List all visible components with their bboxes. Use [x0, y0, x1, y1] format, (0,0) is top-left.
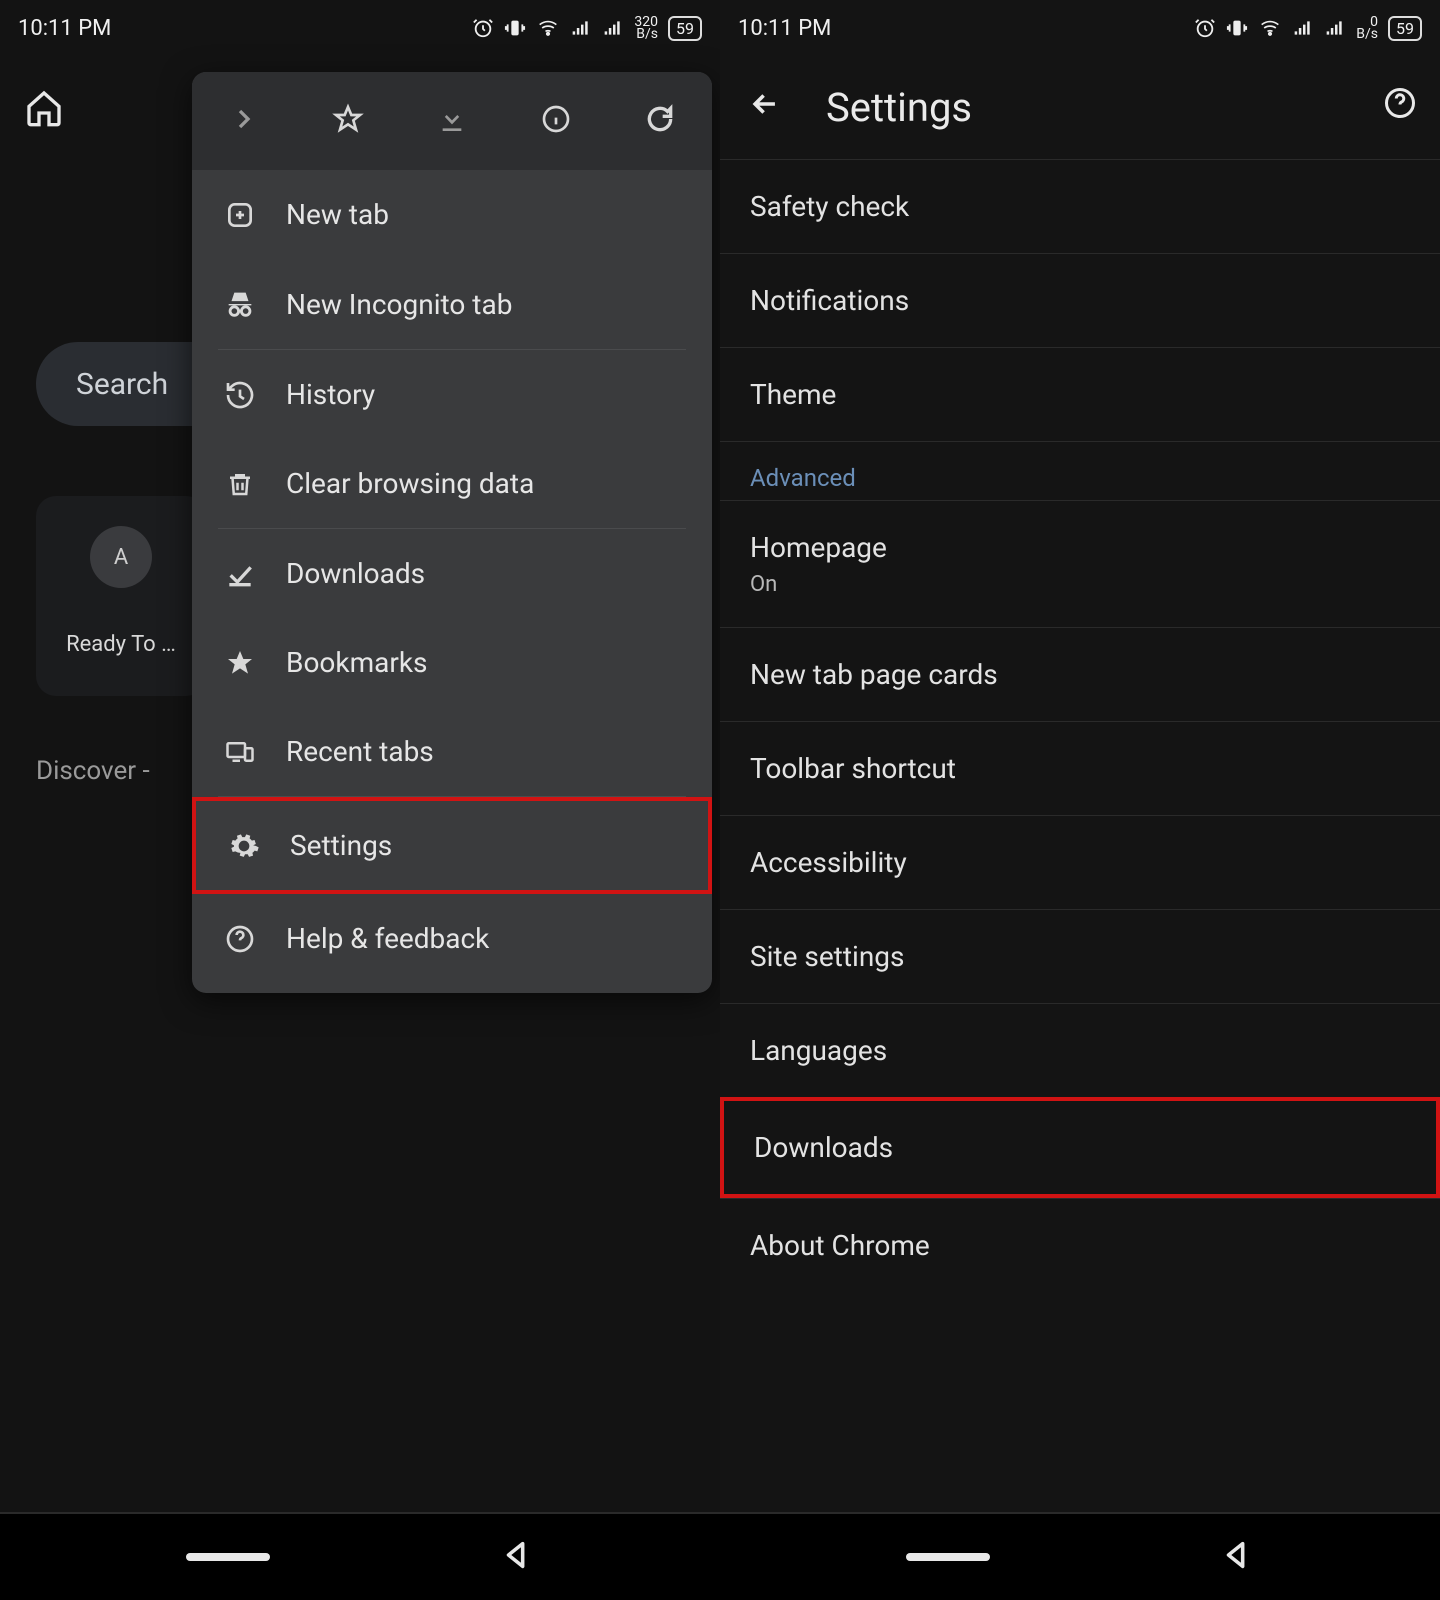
menu-label: Recent tabs [286, 735, 434, 768]
menu-toolbar [192, 72, 712, 170]
info-icon[interactable] [540, 103, 572, 139]
row-label: Toolbar shortcut [750, 752, 956, 785]
row-label: Homepage [750, 531, 1410, 564]
row-label: Theme [750, 378, 836, 411]
menu-item-incognito[interactable]: New Incognito tab [192, 259, 712, 349]
menu-item-downloads[interactable]: Downloads [192, 529, 712, 618]
settings-row-safety-check[interactable]: Safety check [720, 159, 1440, 253]
data-rate: 320B/s [634, 16, 658, 40]
row-label: Notifications [750, 284, 909, 317]
row-label: Accessibility [750, 846, 907, 879]
menu-item-clear-data[interactable]: Clear browsing data [192, 439, 712, 528]
settings-row-site-settings[interactable]: Site settings [720, 909, 1440, 1003]
menu-item-settings[interactable]: Settings [192, 797, 712, 894]
shortcut-card[interactable]: A Ready To … [36, 496, 206, 696]
vibrate-icon [504, 17, 526, 39]
menu-item-new-tab[interactable]: New tab [192, 170, 712, 259]
alarm-icon [472, 17, 494, 39]
gear-icon [226, 830, 262, 862]
star-icon [222, 647, 258, 679]
download-check-icon [222, 558, 258, 590]
wifi-icon [536, 18, 560, 38]
settings-row-accessibility[interactable]: Accessibility [720, 815, 1440, 909]
shortcut-label: Ready To … [66, 632, 176, 657]
phone-left: 10:11 PM 320B/s 59 Search [0, 0, 720, 1512]
section-advanced: Advanced [720, 441, 1440, 500]
status-bar-right: 10:11 PM 0B/s 59 [720, 0, 1440, 56]
help-icon [222, 923, 258, 955]
avatar: A [90, 526, 152, 588]
row-sub: On [750, 572, 1410, 597]
refresh-icon[interactable] [644, 103, 676, 139]
incognito-icon [222, 287, 258, 321]
trash-icon [222, 468, 258, 500]
settings-row-notifications[interactable]: Notifications [720, 253, 1440, 347]
settings-header: Settings [720, 56, 1440, 159]
status-time: 10:11 PM [738, 16, 831, 41]
settings-row-languages[interactable]: Languages [720, 1003, 1440, 1097]
menu-item-recent-tabs[interactable]: Recent tabs [192, 707, 712, 796]
star-outline-icon[interactable] [332, 103, 364, 139]
settings-row-about-chrome[interactable]: About Chrome [720, 1198, 1440, 1292]
menu-label: Bookmarks [286, 646, 428, 679]
page-title: Settings [826, 84, 1338, 131]
nav-home-pill[interactable] [906, 1553, 990, 1561]
menu-label: Clear browsing data [286, 467, 534, 500]
settings-list: Safety check Notifications Theme Advance… [720, 159, 1440, 1292]
system-navbar [0, 1512, 1440, 1600]
signal-icon-1 [1292, 18, 1314, 38]
menu-label: New tab [286, 198, 389, 231]
settings-row-toolbar-shortcut[interactable]: Toolbar shortcut [720, 721, 1440, 815]
row-label: Downloads [754, 1131, 893, 1164]
menu-label: Help & feedback [286, 922, 489, 955]
row-label: New tab page cards [750, 658, 998, 691]
row-label: Site settings [750, 940, 904, 973]
overflow-menu: New tab New Incognito tab History Clear … [192, 72, 712, 993]
row-label: About Chrome [750, 1229, 930, 1262]
status-bar-left: 10:11 PM 320B/s 59 [0, 0, 720, 56]
nav-back-icon[interactable] [500, 1538, 534, 1576]
forward-icon[interactable] [228, 103, 260, 139]
row-label: Languages [750, 1034, 887, 1067]
settings-row-downloads[interactable]: Downloads [720, 1097, 1440, 1198]
help-icon[interactable] [1382, 84, 1418, 131]
alarm-icon [1194, 17, 1216, 39]
back-icon[interactable] [748, 84, 782, 131]
search-label: Search [76, 367, 168, 402]
row-label: Safety check [750, 190, 909, 223]
vibrate-icon [1226, 17, 1248, 39]
status-time: 10:11 PM [18, 16, 111, 41]
settings-row-new-tab-cards[interactable]: New tab page cards [720, 627, 1440, 721]
settings-row-theme[interactable]: Theme [720, 347, 1440, 441]
plus-box-icon [222, 199, 258, 231]
menu-item-history[interactable]: History [192, 350, 712, 439]
menu-item-help[interactable]: Help & feedback [192, 894, 712, 983]
battery-icon: 59 [1388, 16, 1422, 41]
status-icons-left: 320B/s 59 [472, 16, 702, 41]
devices-icon [222, 737, 258, 767]
menu-label: New Incognito tab [286, 288, 512, 321]
menu-label: Settings [290, 829, 392, 862]
menu-label: Downloads [286, 557, 425, 590]
menu-label: History [286, 378, 375, 411]
menu-item-bookmarks[interactable]: Bookmarks [192, 618, 712, 707]
signal-icon-2 [602, 18, 624, 38]
settings-row-homepage[interactable]: Homepage On [720, 500, 1440, 627]
battery-icon: 59 [668, 16, 702, 41]
download-icon[interactable] [436, 103, 468, 139]
history-icon [222, 379, 258, 411]
phone-right: 10:11 PM 0B/s 59 Settings Safety check [720, 0, 1440, 1512]
status-icons-right: 0B/s 59 [1194, 16, 1422, 41]
signal-icon-2 [1324, 18, 1346, 38]
nav-back-icon[interactable] [1220, 1538, 1254, 1576]
data-rate: 0B/s [1356, 16, 1378, 40]
wifi-icon [1258, 18, 1282, 38]
nav-home-pill[interactable] [186, 1553, 270, 1561]
signal-icon-1 [570, 18, 592, 38]
